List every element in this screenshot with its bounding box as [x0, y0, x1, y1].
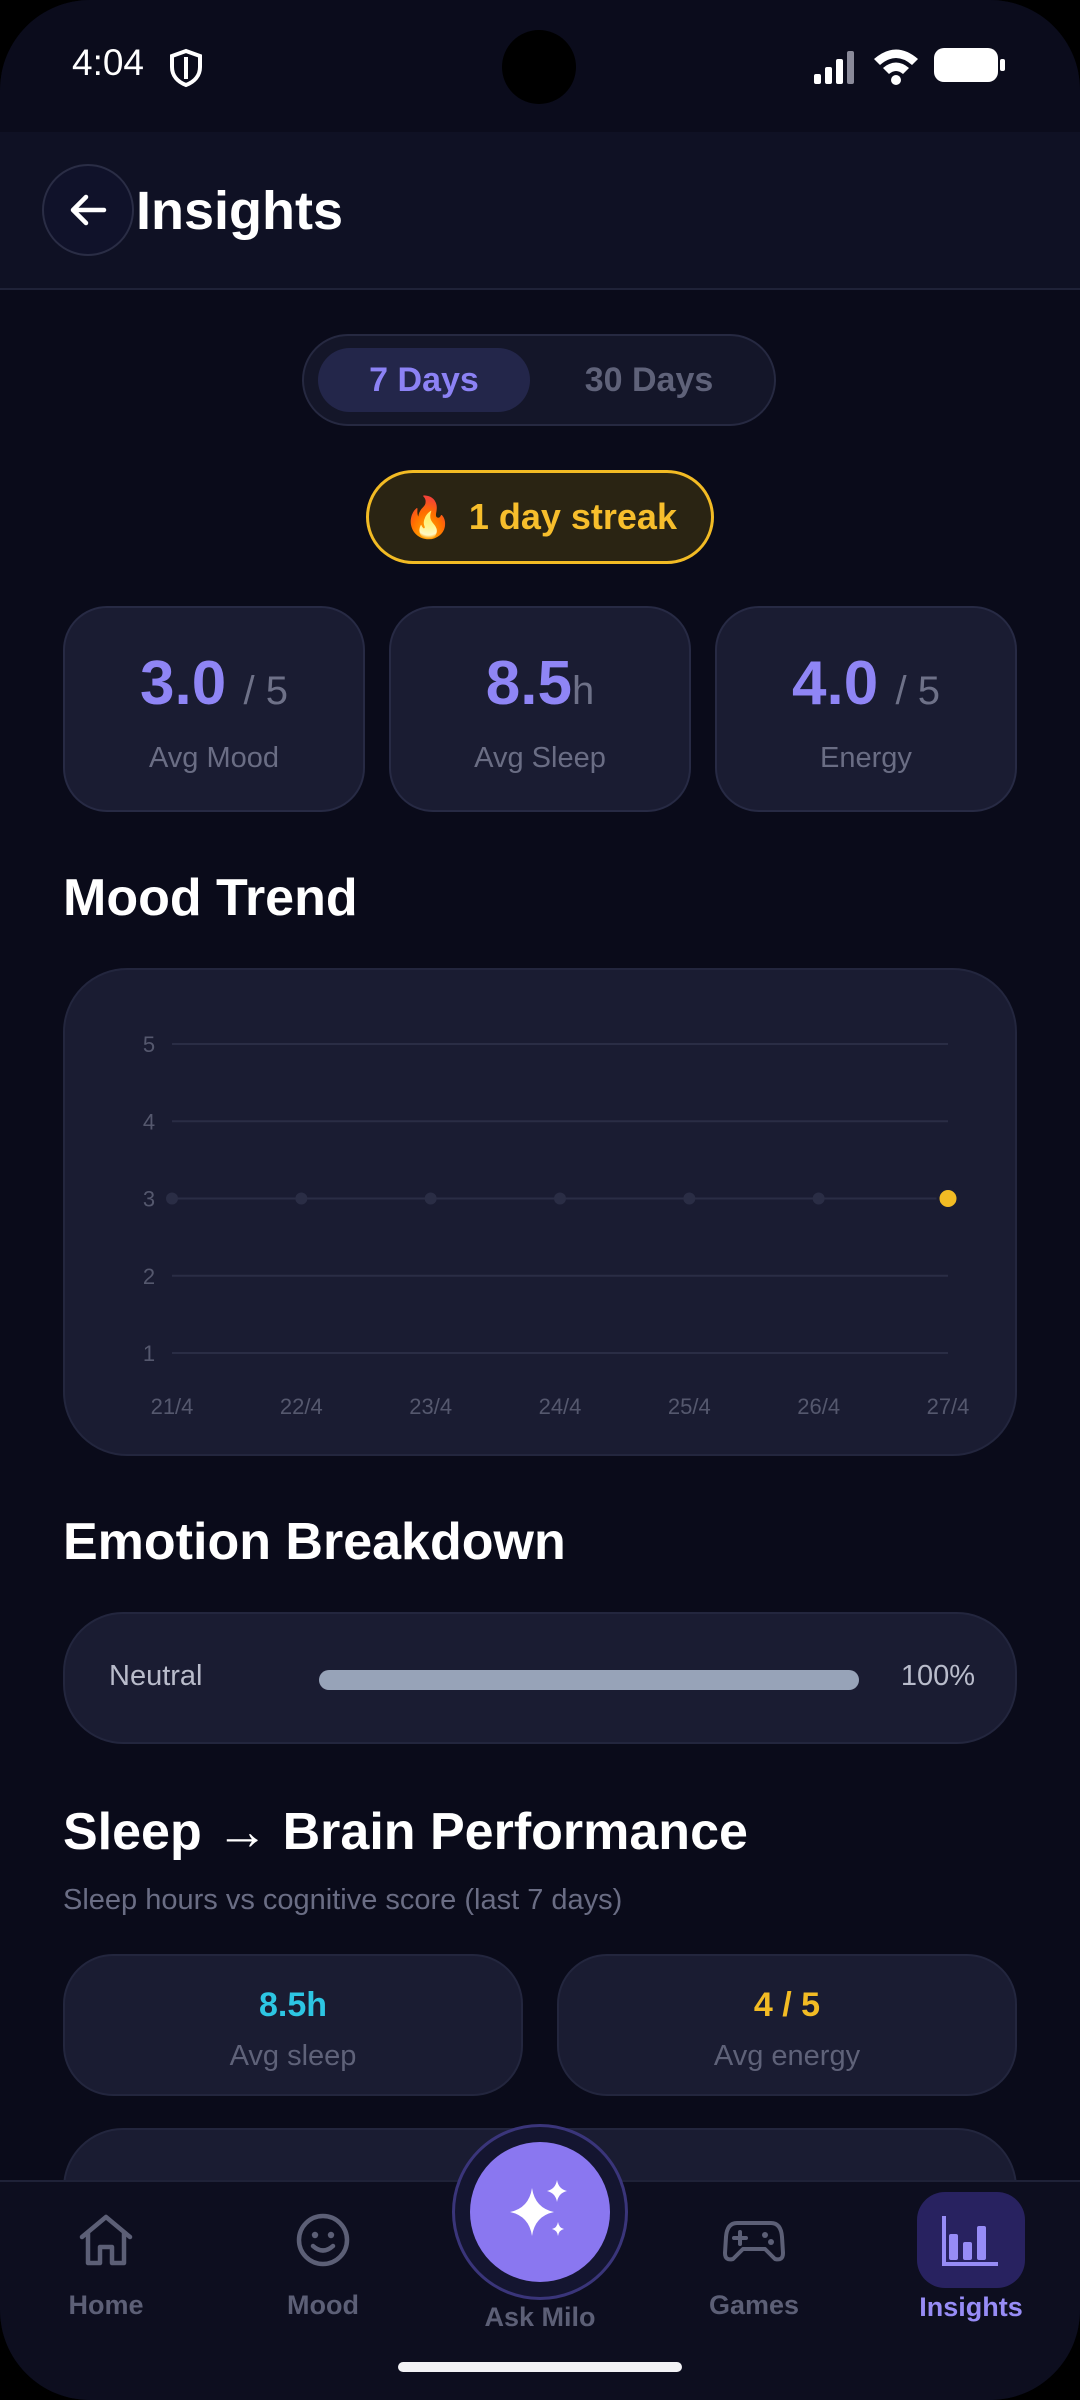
nav-home[interactable]: Home: [26, 2204, 186, 2321]
data-point: [554, 1192, 566, 1205]
signal-icon: [814, 51, 854, 84]
emotion-bar-track: [319, 1670, 859, 1690]
streak-text: 1 day streak: [468, 496, 677, 537]
emotion-breakdown-title: Emotion Breakdown: [63, 1513, 566, 1571]
status-bar: 4:04: [0, 0, 1080, 132]
data-point: [295, 1192, 308, 1205]
x-tick-label: 24/4: [539, 1394, 582, 1419]
shield-icon: [170, 48, 202, 88]
stat-card-energy: 4.0 / 5 Energy: [715, 606, 1017, 812]
tab-7-days[interactable]: 7 Days: [318, 348, 530, 412]
nav-mood[interactable]: Mood: [243, 2204, 403, 2321]
back-button[interactable]: [42, 164, 134, 256]
x-tick-label: 22/4: [280, 1394, 323, 1419]
ask-milo-label: Ask Milo: [484, 2302, 596, 2332]
home-icon: [70, 2204, 142, 2276]
data-point: [424, 1192, 437, 1205]
sparkle-icon: [510, 2180, 567, 2236]
home-indicator: [398, 2362, 682, 2372]
y-tick-label: 1: [143, 1341, 155, 1366]
stat-value: 8.5h: [485, 649, 595, 718]
x-tick-label: 26/4: [797, 1394, 840, 1419]
sleep-brain-title: Sleep → Brain Performance: [63, 1803, 748, 1861]
stat-label: Avg Sleep: [474, 742, 606, 774]
x-tick-label: 27/4: [927, 1394, 970, 1419]
period-toggle: 7 Days 30 Days: [302, 334, 776, 426]
nav-label: Insights: [919, 2292, 1023, 2322]
battery-icon: [934, 48, 1005, 82]
nav-label: Mood: [287, 2290, 359, 2320]
data-point: [166, 1192, 178, 1205]
emotion-label: Neutral: [109, 1660, 203, 1692]
y-tick-label: 3: [143, 1187, 155, 1212]
tab-30-days[interactable]: 30 Days: [536, 348, 762, 412]
gamepad-icon: [718, 2204, 790, 2276]
emotion-bar-fill: [319, 1670, 859, 1690]
mood-trend-title: Mood Trend: [63, 869, 358, 927]
emotion-percent: 100%: [900, 1660, 975, 1692]
stat-label: Avg Mood: [148, 742, 280, 774]
smiley-icon: [287, 2204, 359, 2276]
x-tick-label: 21/4: [151, 1394, 194, 1419]
sleep-brain-subtitle: Sleep hours vs cognitive score (last 7 d…: [63, 1884, 623, 1916]
avg-energy-label: Avg energy: [713, 2040, 861, 2072]
avg-sleep-label: Avg sleep: [229, 2040, 357, 2072]
data-point-latest: [936, 1187, 960, 1210]
y-tick-label: 2: [143, 1264, 155, 1289]
avg-energy-value: 4 / 5: [753, 1986, 821, 2024]
nav-label: Home: [68, 2290, 144, 2320]
stat-value: 3.0 / 5: [140, 649, 288, 718]
phone-screen: 4:04 Insights 7 Days 30 Days 🔥 1 day str…: [0, 0, 1080, 2400]
data-point: [812, 1192, 825, 1205]
nav-insights[interactable]: Insights: [891, 2192, 1051, 2323]
mood-trend-chart: 1 2 3 4 5 21/4 22/4 23/4 24/4 25/4 26/4 27/4: [63, 968, 1017, 1456]
ask-milo-button[interactable]: [470, 2142, 610, 2282]
wifi-icon: [874, 49, 918, 85]
mood-chart-svg: 1 2 3 4 5 21/4 22/4 23/4 24/4 25/4 26/4 27/4: [143, 1032, 970, 1419]
camera-cutout: [502, 30, 576, 104]
nav-label: Games: [708, 2290, 800, 2320]
page-title: Insights: [136, 181, 344, 241]
emotion-row: Neutral 100%: [63, 1612, 1017, 1744]
bar-chart-icon: [917, 2192, 1025, 2288]
stat-card-mood: 3.0 / 5 Avg Mood: [63, 606, 365, 812]
stat-card-sleep: 8.5h Avg Sleep: [389, 606, 691, 812]
nav-games[interactable]: Games: [674, 2204, 834, 2321]
flame-icon: 🔥: [403, 495, 453, 540]
arrow-left-icon: [70, 194, 107, 226]
streak-badge: 🔥 1 day streak: [366, 470, 714, 564]
avg-sleep-card: 8.5h Avg sleep: [63, 1954, 523, 2096]
status-time: 4:04: [72, 42, 145, 83]
avg-sleep-value: 8.5h: [258, 1986, 328, 2024]
x-tick-label: 25/4: [668, 1394, 711, 1419]
stat-label: Energy: [820, 742, 912, 774]
stat-value: 4.0 / 5: [792, 649, 940, 718]
data-point: [683, 1192, 696, 1205]
x-tick-label: 23/4: [409, 1394, 452, 1419]
y-tick-label: 4: [143, 1109, 155, 1134]
avg-energy-card: 4 / 5 Avg energy: [557, 1954, 1017, 2096]
app-header: Insights: [0, 132, 1080, 290]
y-tick-label: 5: [143, 1032, 155, 1057]
